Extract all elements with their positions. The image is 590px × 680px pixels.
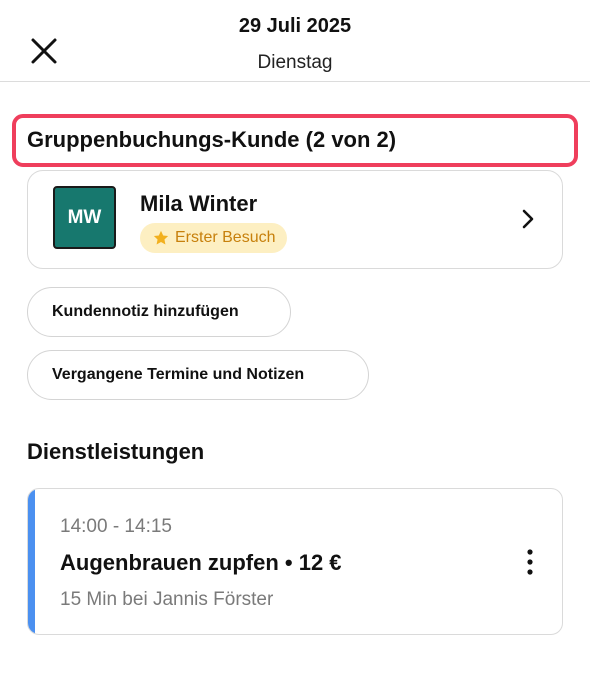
- client-card[interactable]: MW Mila Winter Erster Besuch: [27, 170, 563, 269]
- service-title: Augenbrauen zupfen • 12 €: [60, 550, 342, 575]
- avatar: MW: [53, 186, 116, 249]
- client-name: Mila Winter: [140, 191, 258, 216]
- star-icon: [153, 230, 169, 245]
- service-time: 14:00 - 14:15: [60, 516, 172, 537]
- header-date: 29 Juli 2025: [238, 15, 352, 37]
- service-card[interactable]: 14:00 - 14:15 Augenbrauen zupfen • 12 € …: [27, 488, 563, 635]
- kebab-menu-icon[interactable]: [522, 547, 538, 577]
- badge-label: Erster Besuch: [175, 229, 276, 246]
- service-accent-bar: [28, 489, 35, 634]
- chevron-right-icon: [522, 209, 534, 229]
- add-client-note-button[interactable]: Kundennotiz hinzufügen: [27, 287, 291, 337]
- services-section-title: Dienstleistungen: [27, 439, 205, 464]
- service-duration-staff: 15 Min bei Jannis Förster: [60, 589, 274, 610]
- past-appointments-button[interactable]: Vergangene Termine und Notizen: [27, 350, 369, 400]
- group-booking-title: Gruppenbuchungs-Kunde (2 von 2): [27, 127, 397, 152]
- first-visit-badge: Erster Besuch: [140, 223, 288, 253]
- top-header: 29 Juli 2025 Dienstag: [0, 0, 590, 82]
- header-weekday: Dienstag: [257, 52, 333, 73]
